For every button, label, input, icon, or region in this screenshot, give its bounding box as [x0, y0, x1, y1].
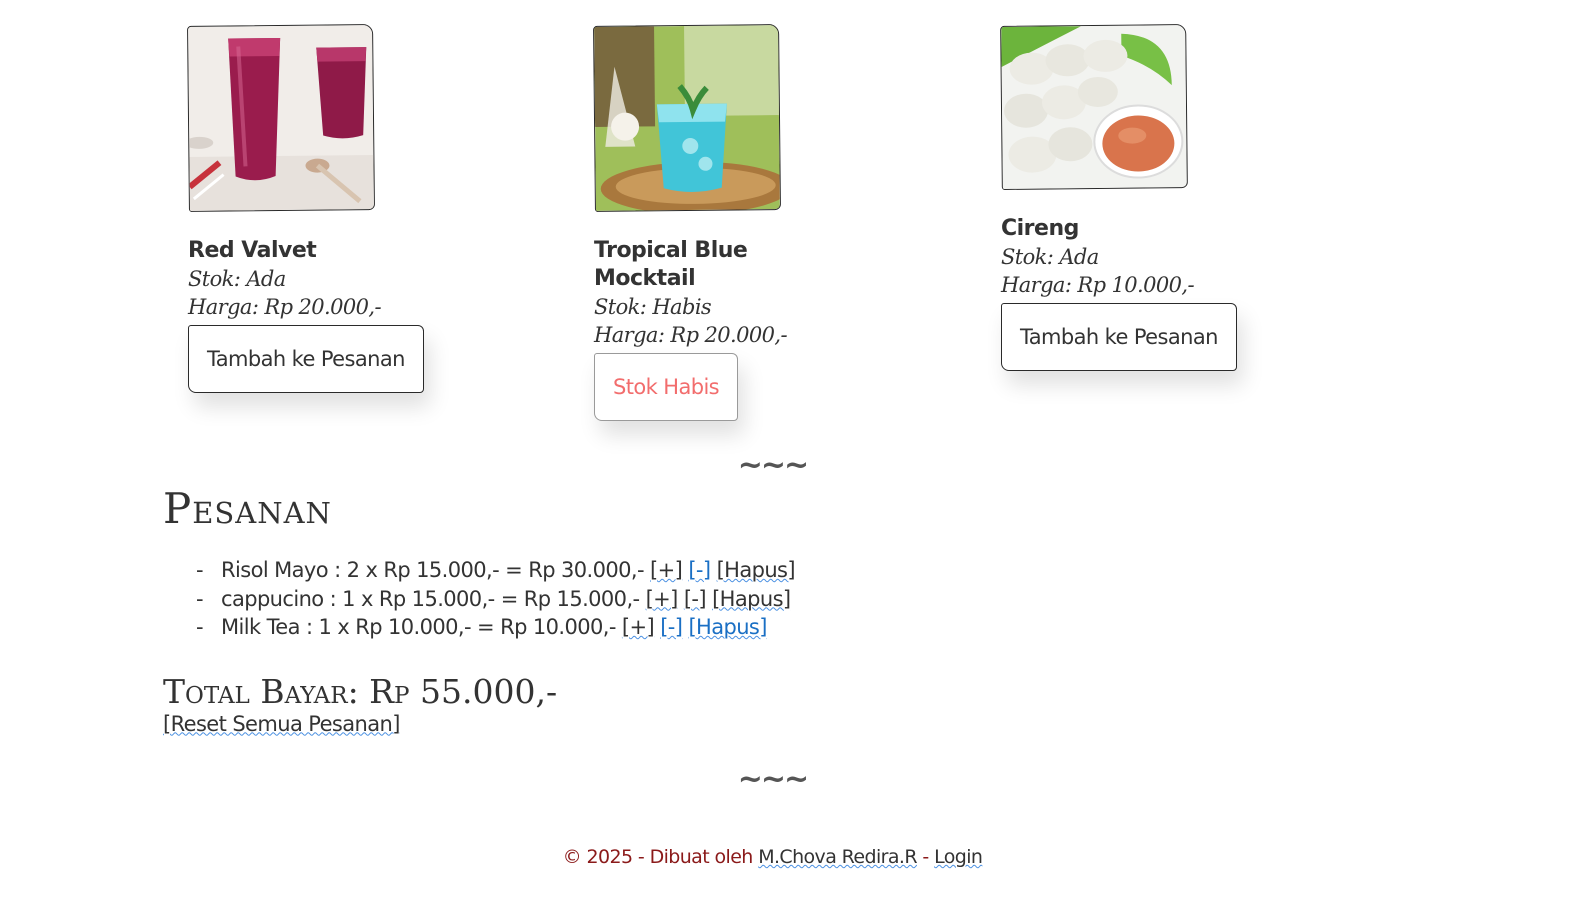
- author-link[interactable]: M.Chova Redira.R: [758, 846, 917, 868]
- product-card-cireng: Cireng Stok: Ada Harga: Rp 10.000,- Tamb…: [1000, 24, 1261, 371]
- delete-button[interactable]: [Hapus]: [688, 615, 767, 639]
- order-list: - Risol Mayo : 2 x Rp 15.000,- = Rp 30.00…: [196, 556, 1063, 642]
- decrease-button[interactable]: [-]: [688, 558, 711, 582]
- divider-top: ~~~: [737, 448, 809, 483]
- footer: © 2025 - Dibuat oleh M.Chova Redira.R - …: [0, 846, 1545, 868]
- product-name: Cireng: [1001, 216, 1079, 241]
- blue-mocktail-photo: [593, 24, 781, 212]
- list-bullet: -: [196, 586, 204, 611]
- decrease-button[interactable]: [-]: [684, 587, 707, 611]
- footer-separator: -: [916, 846, 935, 868]
- product-price: Harga: Rp 20.000,-: [594, 323, 788, 347]
- order-item: - Risol Mayo : 2 x Rp 15.000,- = Rp 30.00…: [196, 556, 1063, 585]
- login-link[interactable]: Login: [934, 846, 983, 868]
- product-stock: Stok: Ada: [188, 267, 286, 291]
- add-to-order-button[interactable]: Tambah ke Pesanan: [188, 325, 424, 393]
- total-payment: Total Bayar: Rp 55.000,-: [163, 671, 558, 711]
- order-item: - Milk Tea : 1 x Rp 10.000,- = Rp 10.000,…: [196, 613, 1063, 642]
- product-stock: Stok: Ada: [1001, 245, 1099, 269]
- red-velvet-drink-photo: [187, 24, 375, 212]
- cireng-with-sauce-photo: [1000, 24, 1188, 190]
- product-card-tropical-blue-mocktail: Tropical Blue Mocktail Stok: Habis Harga…: [593, 24, 854, 421]
- order-section: Pesanan - Risol Mayo : 2 x Rp 15.000,- = …: [163, 484, 1063, 736]
- add-to-order-button[interactable]: Tambah ke Pesanan: [1001, 303, 1237, 371]
- product-card-red-valvet: Red Valvet Stok: Ada Harga: Rp 20.000,- …: [187, 24, 448, 393]
- increase-button[interactable]: [+]: [650, 558, 683, 582]
- list-bullet: -: [196, 615, 204, 639]
- product-price: Harga: Rp 20.000,-: [188, 295, 382, 319]
- product-name: Red Valvet: [188, 238, 317, 263]
- footer-copyright: © 2025 - Dibuat oleh: [562, 846, 759, 868]
- delete-button[interactable]: [Hapus]: [717, 558, 796, 582]
- product-name: Tropical Blue Mocktail: [594, 238, 748, 291]
- out-of-stock-button[interactable]: Stok Habis: [594, 353, 739, 421]
- order-item-text: cappucino : 1 x Rp 15.000,- = Rp 15.000,…: [221, 586, 640, 611]
- order-item-text: Risol Mayo : 2 x Rp 15.000,- = Rp 30.000…: [221, 558, 645, 582]
- product-stock: Stok: Habis: [594, 295, 712, 319]
- order-item: - cappucino : 1 x Rp 15.000,- = Rp 15.000…: [196, 585, 1063, 614]
- increase-button[interactable]: [+]: [622, 615, 655, 639]
- delete-button[interactable]: [Hapus]: [712, 587, 791, 611]
- list-bullet: -: [196, 558, 204, 582]
- product-price: Harga: Rp 10.000,-: [1001, 273, 1195, 297]
- increase-button[interactable]: [+]: [646, 587, 679, 611]
- divider-bottom: ~~~: [737, 762, 809, 797]
- order-title: Pesanan: [163, 484, 332, 533]
- decrease-button[interactable]: [-]: [660, 615, 683, 639]
- order-item-text: Milk Tea : 1 x Rp 10.000,- = Rp 10.000,-: [221, 615, 616, 639]
- reset-orders-link[interactable]: [Reset Semua Pesanan]: [163, 712, 400, 736]
- product-grid: Red Valvet Stok: Ada Harga: Rp 20.000,- …: [0, 0, 1595, 440]
